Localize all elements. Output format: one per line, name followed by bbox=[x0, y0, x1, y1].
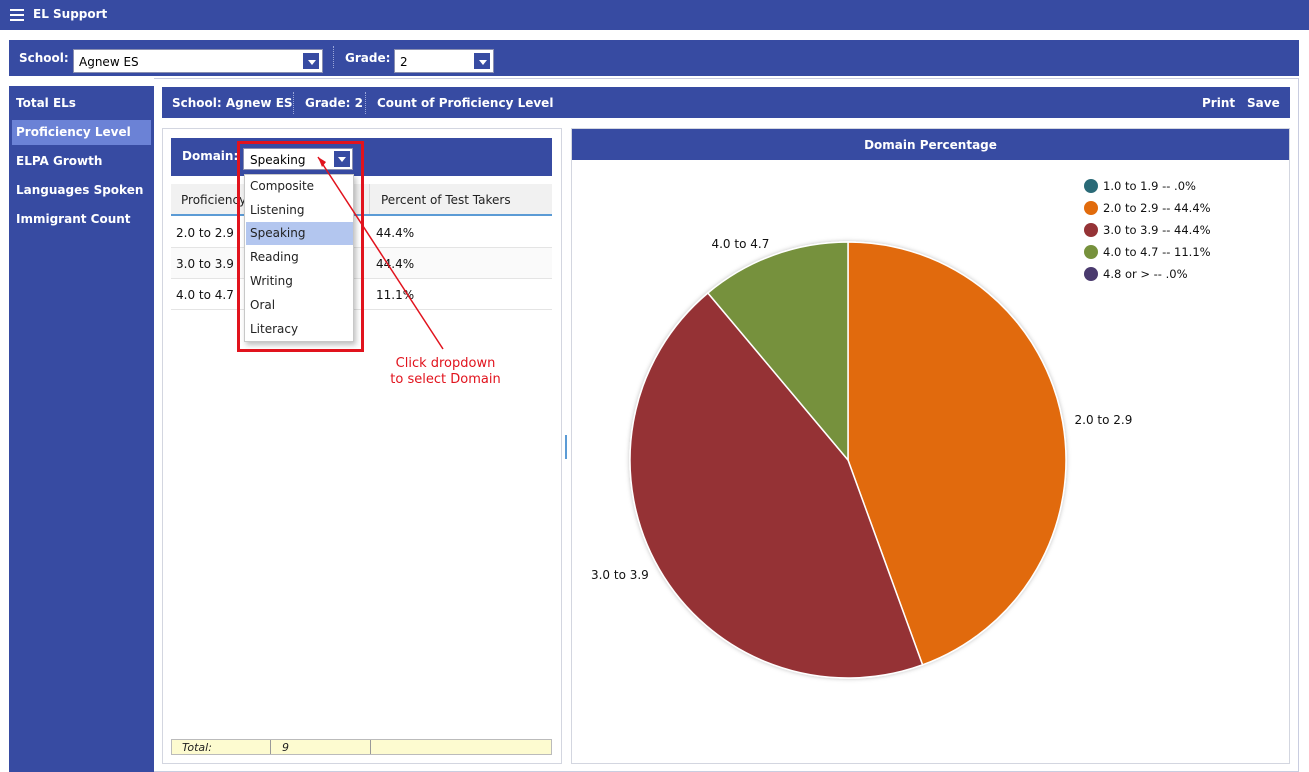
filter-bar: School: Agnew ES Grade: 2 bbox=[9, 40, 1299, 76]
header-divider bbox=[293, 92, 294, 114]
chevron-down-icon[interactable] bbox=[302, 52, 320, 70]
footer-total-value: 9 bbox=[282, 741, 289, 754]
school-select[interactable]: Agnew ES bbox=[73, 49, 323, 73]
save-button[interactable]: Save bbox=[1247, 96, 1280, 110]
legend-marker[interactable] bbox=[1084, 245, 1098, 259]
cell-level: 4.0 to 4.7 bbox=[176, 288, 234, 302]
legend-label[interactable]: 4.0 to 4.7 -- 11.1% bbox=[1103, 245, 1211, 259]
legend-label[interactable]: 4.8 or > -- .0% bbox=[1103, 267, 1188, 281]
column-header-percent[interactable]: Percent of Test Takers bbox=[381, 193, 511, 207]
chevron-down-icon[interactable] bbox=[473, 52, 491, 70]
sidebar: Total ELs Proficiency Level ELPA Growth … bbox=[9, 86, 154, 772]
cell-percent: 11.1% bbox=[376, 288, 415, 302]
slice-label: 4.0 to 4.7 bbox=[711, 237, 769, 251]
sidebar-item-immigrant-count[interactable]: Immigrant Count bbox=[12, 207, 151, 232]
cell-percent: 44.4% bbox=[376, 257, 415, 271]
legend-label[interactable]: 2.0 to 2.9 -- 44.4% bbox=[1103, 201, 1211, 215]
grade-select[interactable]: 2 bbox=[394, 49, 494, 73]
legend-label[interactable]: 3.0 to 3.9 -- 44.4% bbox=[1103, 223, 1211, 237]
cell-percent: 44.4% bbox=[376, 226, 415, 240]
legend-marker[interactable] bbox=[1084, 179, 1098, 193]
annotation-line-2: to select Domain bbox=[390, 372, 501, 387]
chart-header: Domain Percentage bbox=[572, 129, 1289, 160]
legend-marker[interactable] bbox=[1084, 223, 1098, 237]
footer-divider bbox=[370, 740, 371, 754]
school-label: School: bbox=[19, 51, 69, 65]
grade-select-value: 2 bbox=[400, 55, 408, 69]
legend-marker[interactable] bbox=[1084, 267, 1098, 281]
grid-footer: Total: 9 bbox=[171, 739, 552, 755]
footer-divider bbox=[270, 740, 271, 754]
grade-label: Grade: bbox=[345, 51, 391, 65]
header-divider bbox=[365, 92, 366, 114]
slice-label: 2.0 to 2.9 bbox=[1075, 413, 1133, 427]
annotation-line-1: Click dropdown bbox=[395, 356, 496, 371]
sidebar-item-proficiency-level[interactable]: Proficiency Level bbox=[12, 120, 151, 145]
sidebar-item-total-els[interactable]: Total ELs bbox=[12, 91, 151, 116]
footer-total-label: Total: bbox=[182, 741, 212, 754]
filter-divider bbox=[333, 46, 334, 68]
hamburger-icon[interactable] bbox=[10, 9, 24, 21]
panel-splitter[interactable] bbox=[565, 435, 567, 459]
pie-chart: 2.0 to 2.9 3.0 to 3.9 4.0 to 4.7 1.0 to 1.… bbox=[591, 179, 1211, 679]
sidebar-item-languages-spoken[interactable]: Languages Spoken bbox=[12, 178, 151, 203]
cell-level: 3.0 to 3.9 bbox=[176, 257, 234, 271]
sidebar-item-elpa-growth[interactable]: ELPA Growth bbox=[12, 149, 151, 174]
school-select-value: Agnew ES bbox=[79, 55, 139, 69]
chart-title: Domain Percentage bbox=[864, 138, 997, 152]
print-button[interactable]: Print bbox=[1202, 96, 1235, 110]
header-school: School: Agnew ES bbox=[172, 96, 293, 110]
legend-label[interactable]: 1.0 to 1.9 -- .0% bbox=[1103, 179, 1196, 193]
header-report-title: Count of Proficiency Level bbox=[377, 96, 554, 110]
header-grade: Grade: 2 bbox=[305, 96, 363, 110]
slice-label: 3.0 to 3.9 bbox=[591, 568, 649, 582]
domain-label: Domain: bbox=[182, 149, 239, 163]
column-divider bbox=[369, 184, 370, 214]
annotation-highlight-box bbox=[237, 141, 364, 352]
content-header: School: Agnew ES Grade: 2 Count of Profi… bbox=[162, 87, 1290, 118]
cell-level: 2.0 to 2.9 bbox=[176, 226, 234, 240]
legend-marker[interactable] bbox=[1084, 201, 1098, 215]
app-title: EL Support bbox=[33, 7, 108, 21]
annotation-text: Click dropdown to select Domain bbox=[373, 356, 518, 388]
app-top-bar: EL Support bbox=[0, 0, 1309, 30]
